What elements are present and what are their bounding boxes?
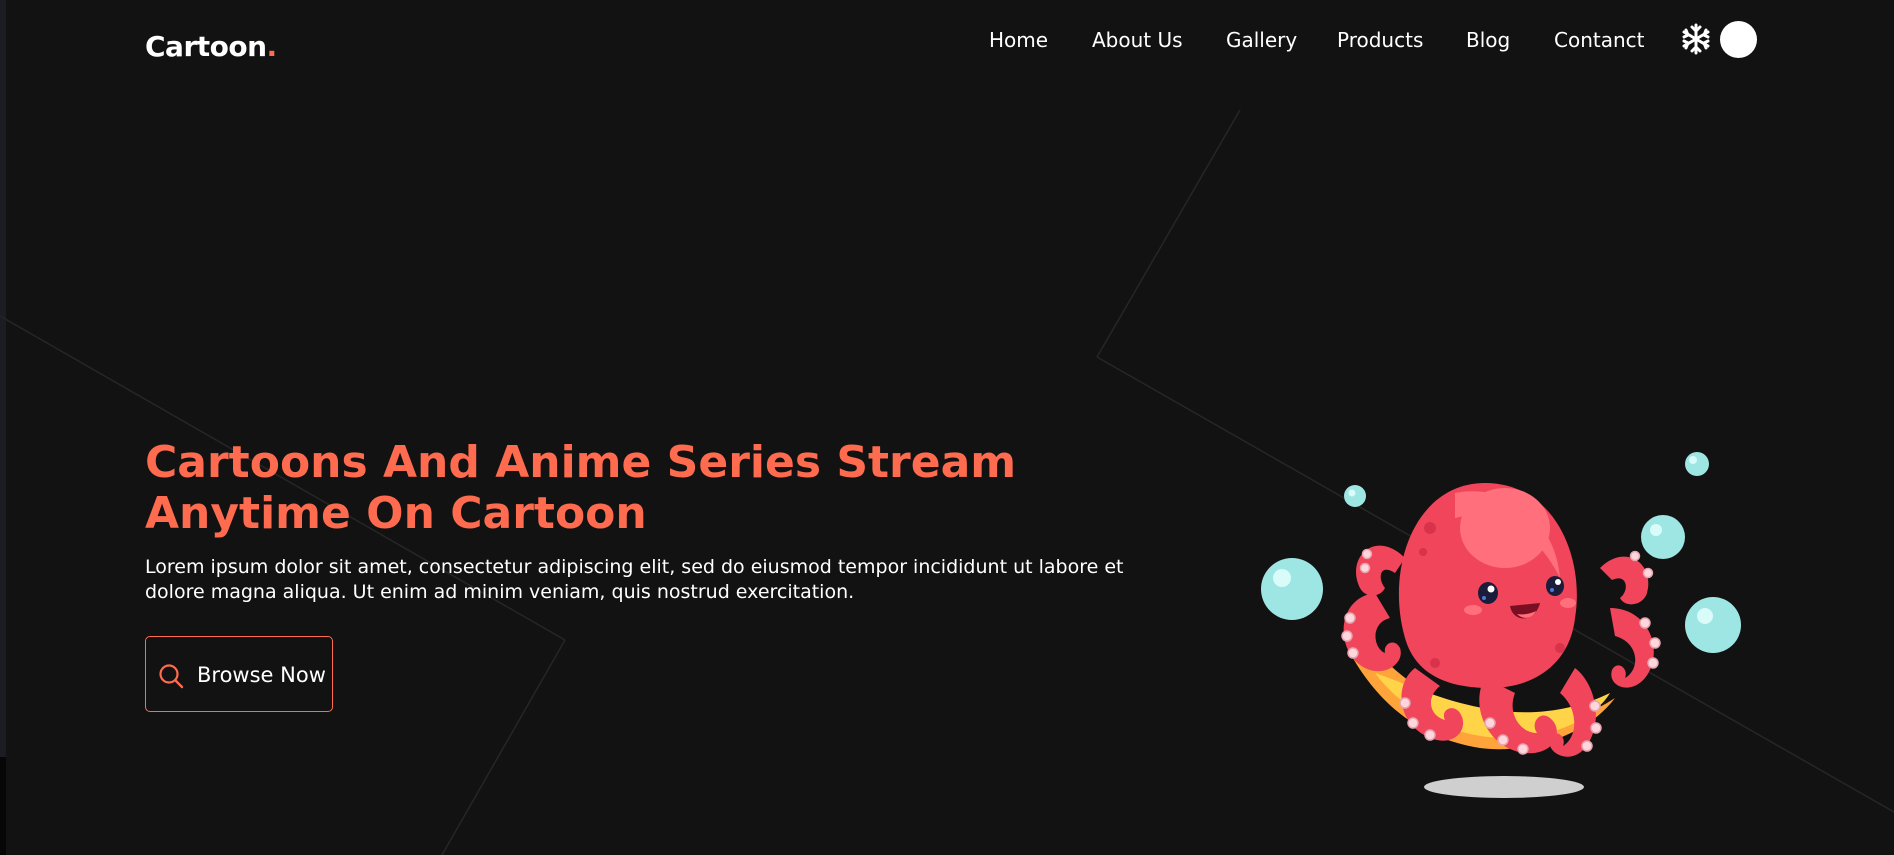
left-edge-bottom bbox=[0, 757, 6, 855]
nav-products[interactable]: Products bbox=[1337, 28, 1423, 52]
main-nav: Home About Us Gallery Products Blog Cont… bbox=[0, 28, 1894, 58]
hero-description: Lorem ipsum dolor sit amet, consectetur … bbox=[145, 556, 1124, 603]
nav-blog[interactable]: Blog bbox=[1466, 28, 1510, 52]
search-icon bbox=[159, 664, 184, 689]
theme-toggle[interactable] bbox=[1720, 21, 1757, 58]
octopus-illustration bbox=[1261, 452, 1741, 798]
nav-home[interactable]: Home bbox=[989, 28, 1048, 52]
browse-now-button[interactable]: Browse Now bbox=[145, 636, 333, 712]
snowflake-icon[interactable] bbox=[1679, 22, 1713, 56]
left-edge-strip bbox=[0, 0, 6, 757]
browse-now-label: Browse Now bbox=[197, 663, 326, 687]
hero-title: Cartoons And Anime Series Stream Anytime… bbox=[145, 437, 1017, 539]
nav-gallery[interactable]: Gallery bbox=[1226, 28, 1297, 52]
page: Cartoon. Home About Us Gallery Products … bbox=[0, 0, 1894, 855]
nav-about-us[interactable]: About Us bbox=[1092, 28, 1183, 52]
nav-contact[interactable]: Contanct bbox=[1554, 28, 1645, 52]
